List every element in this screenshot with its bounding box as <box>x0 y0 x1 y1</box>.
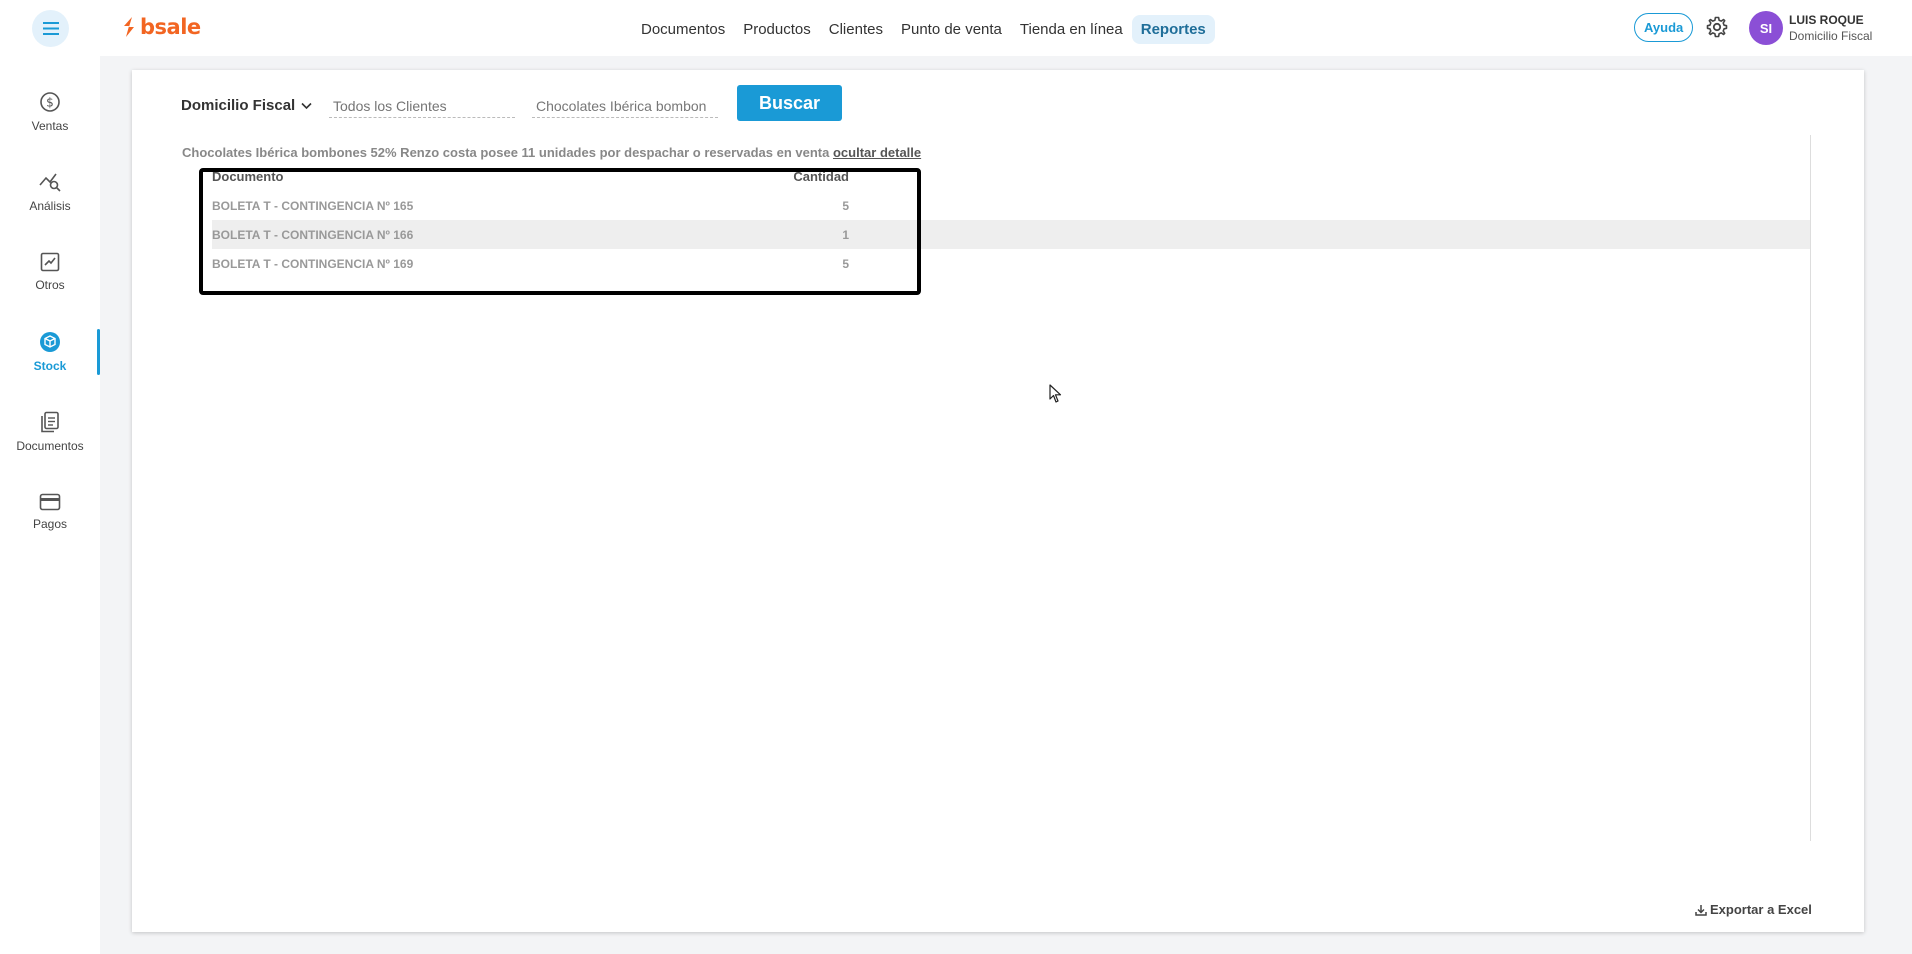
user-branch: Domicilio Fiscal <box>1789 29 1873 43</box>
row-quantity: 5 <box>842 198 849 213</box>
row-document: BOLETA T - CONTINGENCIA Nº 166 <box>212 227 414 242</box>
documents-icon <box>41 411 59 433</box>
report-card: Domicilio Fiscal Buscar Chocolates Ibéri… <box>132 70 1864 932</box>
sidebar-item-label: Documentos <box>16 439 84 453</box>
table-row[interactable]: BOLETA T - CONTINGENCIA Nº 166 1 <box>212 220 1810 249</box>
nav-clientes[interactable]: Clientes <box>820 15 892 44</box>
sidebar-item-pagos[interactable]: Pagos <box>0 479 100 545</box>
column-header-cantidad: Cantidad <box>793 169 849 184</box>
branch-select[interactable]: Domicilio Fiscal <box>181 97 312 114</box>
top-nav: Documentos Productos Clientes Punto de v… <box>632 15 1215 44</box>
divider <box>1810 135 1811 841</box>
sidebar-item-label: Análisis <box>29 199 71 213</box>
column-header-documento: Documento <box>212 169 284 184</box>
card-icon <box>39 493 61 511</box>
top-bar: bsale Documentos Productos Clientes Punt… <box>0 0 1912 56</box>
export-excel-button[interactable]: Exportar a Excel <box>1695 902 1812 917</box>
row-quantity: 1 <box>842 227 849 242</box>
sidebar-item-label: Otros <box>35 278 65 292</box>
sidebar: $ Ventas Análisis Otros Stock Documentos… <box>0 56 100 954</box>
hamburger-menu-icon <box>42 22 59 35</box>
table-row[interactable]: BOLETA T - CONTINGENCIA Nº 165 5 <box>212 191 1810 220</box>
hide-detail-link[interactable]: ocultar detalle <box>833 145 921 160</box>
sidebar-item-label: Pagos <box>32 517 68 531</box>
search-button[interactable]: Buscar <box>737 85 842 121</box>
box-icon <box>40 332 60 352</box>
logo[interactable]: bsale <box>122 15 201 39</box>
download-icon <box>1695 904 1707 916</box>
client-input[interactable] <box>329 94 515 118</box>
sidebar-item-label: Stock <box>33 359 67 373</box>
nav-documentos[interactable]: Documentos <box>632 15 734 44</box>
sidebar-item-stock[interactable]: Stock <box>0 319 100 385</box>
nav-reportes[interactable]: Reportes <box>1131 15 1215 44</box>
summary-text: Chocolates Ibérica bombones 52% Renzo co… <box>182 145 830 160</box>
sidebar-item-analisis[interactable]: Análisis <box>0 159 100 225</box>
table-row[interactable]: BOLETA T - CONTINGENCIA Nº 169 5 <box>212 249 1810 278</box>
bsale-logo-icon <box>124 17 134 37</box>
sidebar-item-otros[interactable]: Otros <box>0 239 100 305</box>
nav-productos[interactable]: Productos <box>734 15 820 44</box>
row-document: BOLETA T - CONTINGENCIA Nº 165 <box>212 198 414 213</box>
nav-punto-de-venta[interactable]: Punto de venta <box>892 15 1011 44</box>
avatar[interactable]: SI <box>1749 11 1783 45</box>
mouse-cursor-icon <box>1049 384 1062 403</box>
product-input[interactable] <box>532 94 718 118</box>
logo-text: bsale <box>140 15 201 39</box>
sidebar-item-label: Ventas <box>31 119 69 133</box>
dollar-circle-icon: $ <box>40 92 60 112</box>
branch-select-value: Domicilio Fiscal <box>181 97 296 114</box>
gear-icon[interactable] <box>1705 15 1729 39</box>
sidebar-item-documentos[interactable]: Documentos <box>0 399 100 465</box>
row-quantity: 5 <box>842 256 849 271</box>
user-name[interactable]: LUIS ROQUE <box>1789 13 1864 27</box>
menu-button[interactable] <box>32 10 69 47</box>
row-document: BOLETA T - CONTINGENCIA Nº 169 <box>212 256 414 271</box>
trend-chart-icon <box>40 252 60 272</box>
chevron-down-icon <box>301 102 312 109</box>
sidebar-item-ventas[interactable]: $ Ventas <box>0 79 100 145</box>
help-button[interactable]: Ayuda <box>1634 13 1694 42</box>
stock-summary: Chocolates Ibérica bombones 52% Renzo co… <box>182 145 921 160</box>
svg-text:$: $ <box>46 96 54 110</box>
analysis-chart-icon <box>39 173 61 192</box>
table-header: Documento Cantidad <box>212 162 1810 191</box>
export-excel-label: Exportar a Excel <box>1710 902 1812 917</box>
nav-tienda-en-linea[interactable]: Tienda en línea <box>1011 15 1132 44</box>
